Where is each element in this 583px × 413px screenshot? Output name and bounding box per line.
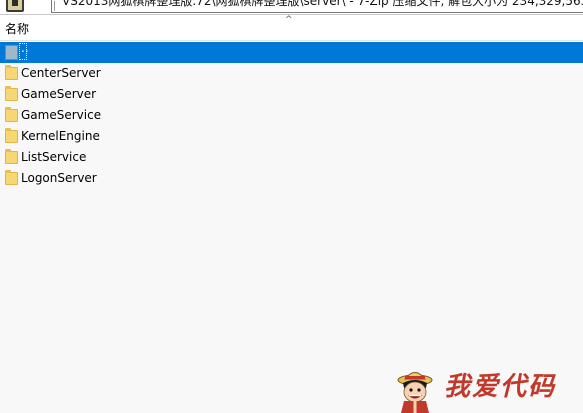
list-item-label: CenterServer xyxy=(21,66,101,80)
list-item-label: .. xyxy=(21,41,29,55)
watermark: 我爱代码 xyxy=(393,368,583,413)
list-item-label: GameServer xyxy=(21,87,97,101)
address-bar: VS2013网狐棋牌整理版.72\网狐棋牌整理版\server\ - 7-Zip… xyxy=(0,0,583,15)
folder-icon xyxy=(5,170,18,185)
name-column-header[interactable]: 名称 xyxy=(5,22,29,36)
list-item-label: GameService xyxy=(21,108,102,122)
file-manager-window: VS2013网狐棋牌整理版.72\网狐棋牌整理版\server\ - 7-Zip… xyxy=(0,0,583,413)
folder-icon xyxy=(5,149,18,164)
list-item-label: ListService xyxy=(21,150,87,164)
list-item-label: KernelEngine xyxy=(21,129,100,143)
list-item-kernelengine[interactable]: KernelEngine xyxy=(0,126,583,147)
address-divider xyxy=(54,1,55,11)
address-path[interactable]: VS2013网狐棋牌整理版.72\网狐棋牌整理版\server\ - 7-Zip… xyxy=(62,0,583,8)
watermark-text: 我爱代码 xyxy=(444,372,557,402)
folder-icon xyxy=(5,107,18,122)
pirate-mascot-icon xyxy=(397,372,433,413)
list-item-gameserver[interactable]: GameServer xyxy=(0,84,583,105)
file-list: .. CenterServer GameServer GameService K… xyxy=(0,41,583,189)
list-item-gameservice[interactable]: GameService xyxy=(0,105,583,126)
folder-icon xyxy=(5,65,18,80)
list-item-parent[interactable]: .. xyxy=(0,41,583,63)
list-item-logonserver[interactable]: LogonServer xyxy=(0,168,583,189)
folder-icon xyxy=(5,128,18,143)
archive-icon[interactable] xyxy=(6,0,24,12)
folder-icon xyxy=(5,86,18,101)
list-item-label: LogonServer xyxy=(21,171,97,185)
column-header: ^ 名称 xyxy=(0,15,583,41)
sort-ascending-icon[interactable]: ^ xyxy=(285,16,293,25)
list-item-centerserver[interactable]: CenterServer xyxy=(0,63,583,84)
parent-folder-icon xyxy=(5,45,18,60)
list-item-listservice[interactable]: ListService xyxy=(0,147,583,168)
